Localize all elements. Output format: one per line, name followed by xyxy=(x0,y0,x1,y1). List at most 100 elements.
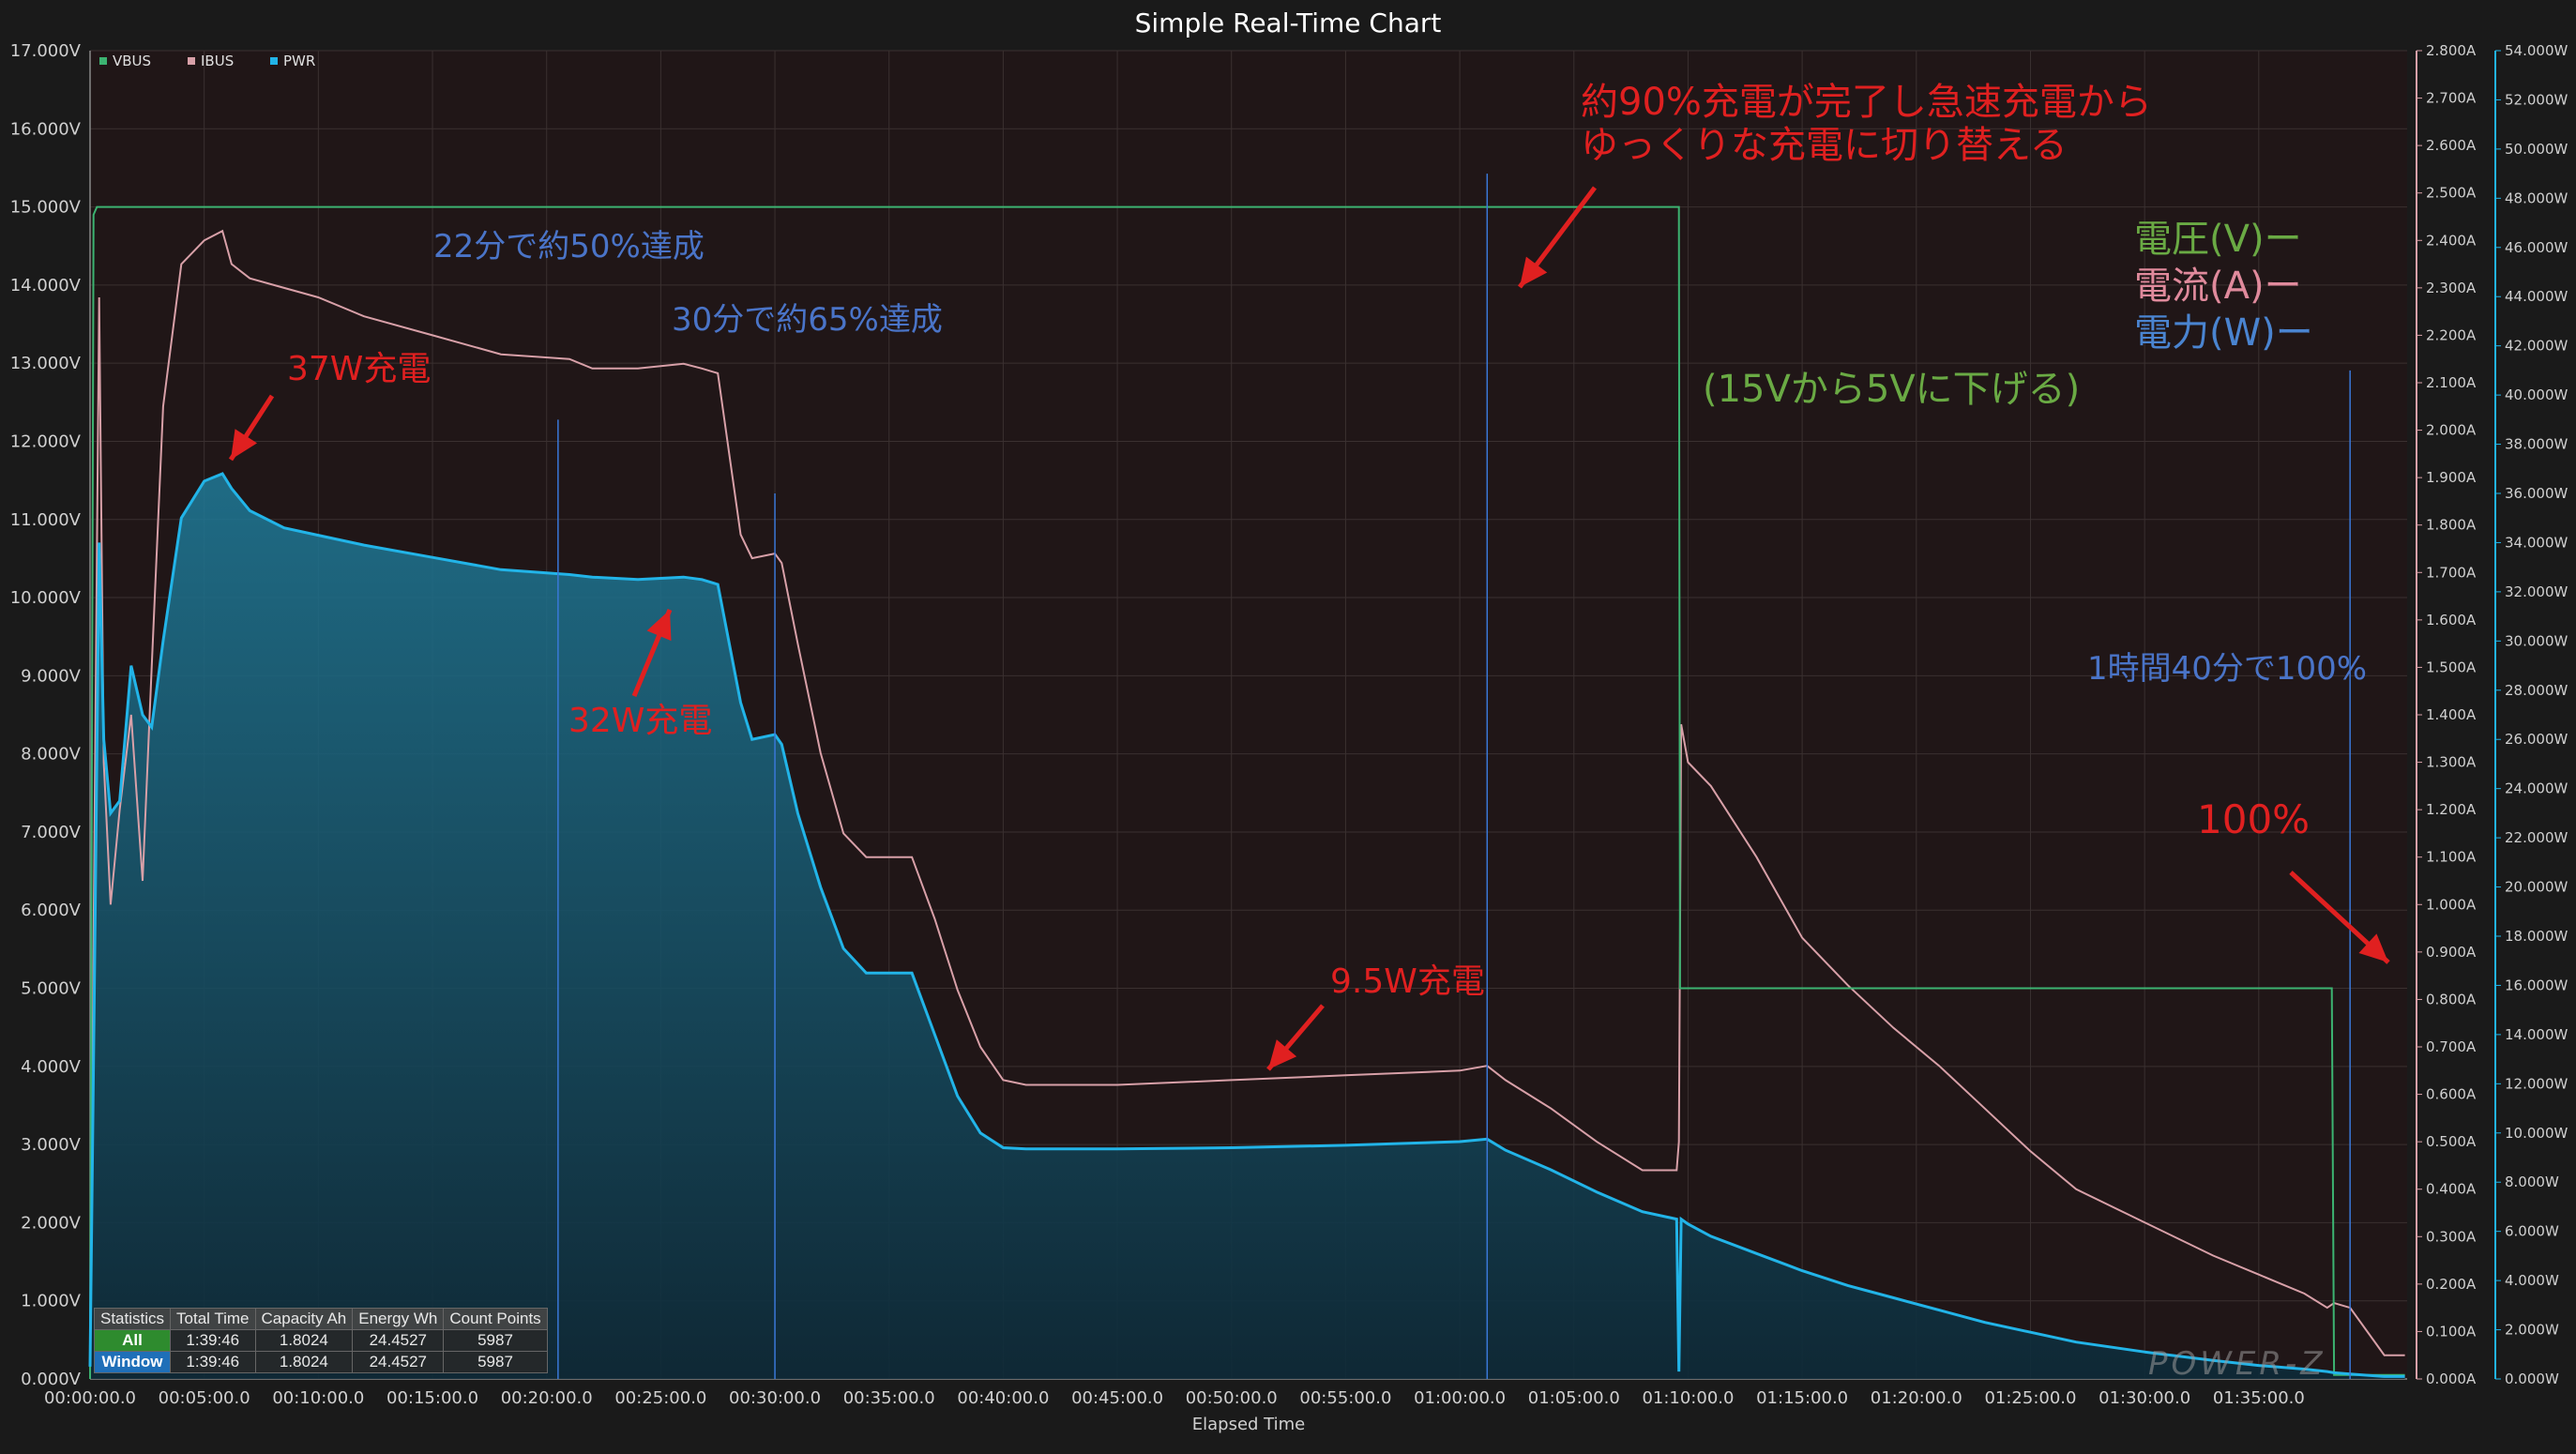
x-tick-label: 01:25:00.0 xyxy=(1984,1388,2076,1408)
y-tick-label-current: 2.200A xyxy=(2426,326,2477,343)
stats-row-label: All xyxy=(93,1329,172,1352)
y-tick-label-power: 32.000W xyxy=(2505,583,2568,600)
x-tick-label: 01:15:00.0 xyxy=(1756,1388,1848,1408)
y-tick-label-power: 16.000W xyxy=(2505,977,2568,993)
y-tick-label-current: 2.400A xyxy=(2426,232,2477,249)
annotation-a100: 100% xyxy=(2197,796,2310,842)
y-tick-label-current: 0.900A xyxy=(2426,944,2477,961)
y-tick-label-voltage: 16.000V xyxy=(10,119,82,139)
stats-row-window: Window 1:39:46 1.8024 24.4527 5987 xyxy=(93,1351,548,1373)
legend-label: VBUS xyxy=(113,53,151,69)
annotation-a90b: ゆっくりな充電に切り替える xyxy=(1581,124,2068,167)
y-tick-label-voltage: 11.000V xyxy=(10,510,82,530)
stats-header-count: Count Points xyxy=(443,1308,548,1330)
y-tick-label-current: 0.000A xyxy=(2426,1371,2477,1387)
x-axis-label: Elapsed Time xyxy=(1192,1415,1305,1434)
y-tick-label-current: 2.600A xyxy=(2426,137,2477,154)
y-tick-label-current: 0.500A xyxy=(2426,1133,2477,1150)
y-tick-label-voltage: 9.000V xyxy=(21,666,82,686)
y-tick-label-power: 30.000W xyxy=(2505,632,2568,649)
y-tick-label-current: 1.500A xyxy=(2426,659,2477,675)
y-tick-label-power: 44.000W xyxy=(2505,288,2568,305)
y-tick-label-current: 2.300A xyxy=(2426,280,2477,296)
y-tick-label-power: 24.000W xyxy=(2505,780,2568,797)
annotation-a90a: 約90%充電が完了し急速充電から xyxy=(1581,81,2152,124)
y-tick-label-voltage: 1.000V xyxy=(21,1292,82,1311)
y-tick-label-voltage: 17.000V xyxy=(10,41,82,61)
y-tick-label-current: 0.300A xyxy=(2426,1228,2477,1245)
y-tick-label-power: 12.000W xyxy=(2505,1075,2568,1092)
annotation-a37: 37W充電 xyxy=(287,350,431,388)
y-tick-label-current: 1.200A xyxy=(2426,801,2477,818)
annotation-aV: 電圧(V)ー xyxy=(2134,218,2302,261)
annotation-a30: 30分で約65%達成 xyxy=(672,301,943,339)
y-tick-label-current: 2.000A xyxy=(2426,422,2477,439)
y-tick-label-voltage: 6.000V xyxy=(21,901,82,920)
annotation-aW: 電力(W)ー xyxy=(2134,311,2313,355)
y-tick-label-voltage: 15.000V xyxy=(10,198,82,218)
y-tick-label-power: 36.000W xyxy=(2505,485,2568,502)
y-tick-label-current: 0.400A xyxy=(2426,1181,2477,1198)
y-tick-label-current: 1.800A xyxy=(2426,517,2477,534)
y-tick-label-power: 26.000W xyxy=(2505,731,2568,748)
y-tick-label-power: 4.000W xyxy=(2505,1272,2559,1289)
y-tick-label-power: 14.000W xyxy=(2505,1026,2568,1043)
stats-energy: 24.4527 xyxy=(352,1329,445,1352)
stats-header-total-time: Total Time xyxy=(170,1308,256,1330)
legend-label: IBUS xyxy=(201,53,234,69)
y-tick-label-current: 1.300A xyxy=(2426,754,2477,771)
stats-header-energy: Energy Wh xyxy=(352,1308,445,1330)
y-tick-label-voltage: 7.000V xyxy=(21,823,82,842)
y-tick-label-power: 42.000W xyxy=(2505,338,2568,355)
stats-total-time: 1:39:46 xyxy=(170,1329,256,1352)
y-tick-label-current: 2.800A xyxy=(2426,42,2477,59)
y-tick-label-voltage: 10.000V xyxy=(10,588,82,608)
y-tick-label-voltage: 13.000V xyxy=(10,354,82,373)
legend-swatch xyxy=(99,57,107,65)
legend-label: PWR xyxy=(283,53,315,69)
x-tick-label: 01:05:00.0 xyxy=(1528,1388,1620,1408)
y-tick-label-current: 1.400A xyxy=(2426,706,2477,723)
y-tick-label-current: 1.900A xyxy=(2426,469,2477,486)
y-tick-label-current: 0.600A xyxy=(2426,1086,2477,1103)
x-tick-label: 00:05:00.0 xyxy=(159,1388,250,1408)
stats-header-row: Statistics Total Time Capacity Ah Energy… xyxy=(93,1308,548,1330)
y-tick-label-voltage: 2.000V xyxy=(21,1213,82,1233)
y-tick-label-current: 2.500A xyxy=(2426,185,2477,202)
stats-header-statistics: Statistics xyxy=(93,1308,172,1330)
y-tick-label-current: 0.100A xyxy=(2426,1323,2477,1340)
x-tick-label: 00:40:00.0 xyxy=(957,1388,1049,1408)
y-tick-label-current: 1.600A xyxy=(2426,612,2477,629)
y-tick-label-current: 1.700A xyxy=(2426,564,2477,581)
x-tick-label: 01:30:00.0 xyxy=(2099,1388,2190,1408)
y-tick-label-voltage: 0.000V xyxy=(21,1370,82,1389)
y-tick-label-power: 38.000W xyxy=(2505,436,2568,453)
chart-title: Simple Real-Time Chart xyxy=(1135,8,1442,38)
annotation-a32: 32W充電 xyxy=(568,702,712,740)
stats-energy: 24.4527 xyxy=(352,1351,445,1373)
y-tick-label-voltage: 5.000V xyxy=(21,979,82,999)
x-tick-label: 00:30:00.0 xyxy=(729,1388,821,1408)
y-tick-label-power: 54.000W xyxy=(2505,42,2568,59)
x-tick-label: 01:10:00.0 xyxy=(1642,1388,1734,1408)
stats-capacity: 1.8024 xyxy=(254,1351,354,1373)
y-tick-label-voltage: 4.000V xyxy=(21,1057,82,1077)
annotation-aA: 電流(A)ー xyxy=(2134,265,2302,308)
x-tick-label: 00:45:00.0 xyxy=(1071,1388,1163,1408)
y-tick-label-power: 22.000W xyxy=(2505,829,2568,846)
y-tick-label-power: 40.000W xyxy=(2505,386,2568,403)
stats-total-time: 1:39:46 xyxy=(170,1351,256,1373)
x-tick-label: 00:35:00.0 xyxy=(843,1388,935,1408)
stats-row-all: All 1:39:46 1.8024 24.4527 5987 xyxy=(93,1329,548,1352)
y-tick-label-voltage: 8.000V xyxy=(21,745,82,765)
stats-row-label: Window xyxy=(93,1351,172,1373)
y-tick-label-voltage: 12.000V xyxy=(10,432,82,451)
y-tick-label-power: 10.000W xyxy=(2505,1125,2568,1142)
y-tick-label-power: 52.000W xyxy=(2505,91,2568,108)
watermark-logo: POWER-Z xyxy=(2148,1345,2326,1383)
y-tick-label-current: 0.200A xyxy=(2426,1276,2477,1293)
y-tick-label-current: 0.800A xyxy=(2426,991,2477,1007)
y-tick-label-power: 2.000W xyxy=(2505,1322,2559,1339)
y-tick-label-voltage: 3.000V xyxy=(21,1135,82,1155)
y-tick-label-power: 48.000W xyxy=(2505,189,2568,206)
